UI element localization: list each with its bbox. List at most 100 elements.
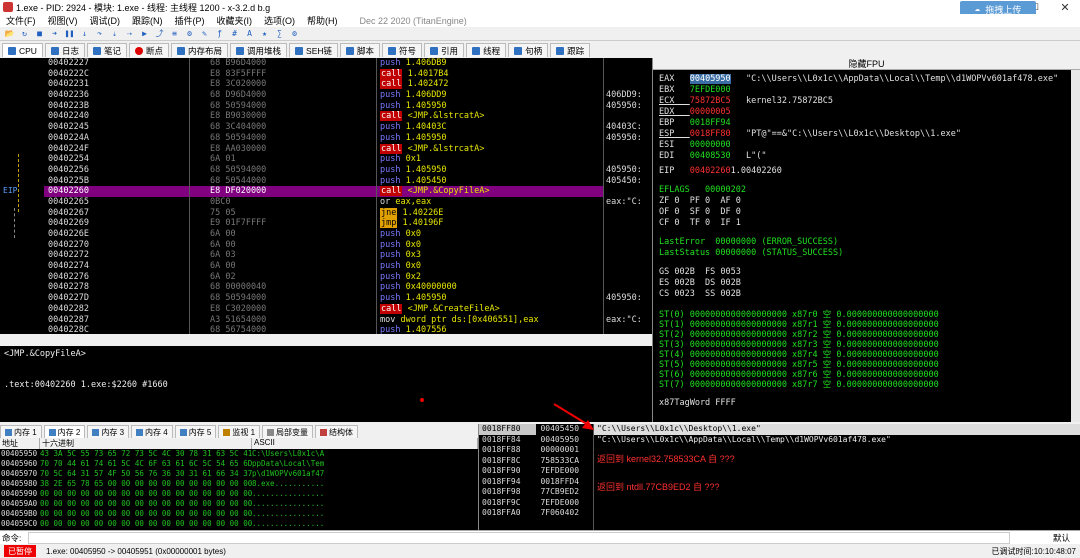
menu-view[interactable]: 视图(V) <box>42 14 84 27</box>
instruction-address[interactable]: 0040224F <box>44 144 189 155</box>
restart-icon[interactable]: ↻ <box>19 29 30 39</box>
instruction-row[interactable]: push 0x0 <box>377 240 603 251</box>
instruction-bytes[interactable]: 68 D96D4000 <box>190 90 376 101</box>
instruction-address[interactable]: 00402245 <box>44 122 189 133</box>
step-over-icon[interactable]: ↷ <box>94 29 105 39</box>
instruction-row[interactable]: call <JMP.&CreateFileA> <box>377 303 603 315</box>
stack-row[interactable]: 0018FF84 00405950 <box>479 435 593 446</box>
instruction-address[interactable]: 0040225B <box>44 176 189 187</box>
stack-row[interactable]: 0018FFA0 7F060402 <box>479 508 593 519</box>
instruction-bytes[interactable]: E8 B9030000 <box>190 111 376 122</box>
trace-over-icon[interactable]: ⇢ <box>124 29 135 39</box>
instruction-bytes[interactable]: E8 DF020000 <box>190 186 376 197</box>
hide-fpu-button[interactable]: 隐藏FPU <box>653 58 1080 70</box>
splitter[interactable] <box>0 334 652 346</box>
instruction-row[interactable]: push 0x0 <box>377 261 603 272</box>
function-icon[interactable]: ƒ <box>214 29 225 39</box>
menu-trace[interactable]: 跟踪(N) <box>126 14 169 27</box>
register-name[interactable]: EBX <box>659 85 690 95</box>
tab-threads[interactable]: 线程 <box>466 43 507 57</box>
instruction-bytes[interactable]: 68 50594000 <box>190 165 376 176</box>
instruction-row[interactable]: jmp 1.40196F <box>377 218 603 229</box>
tab-watch-1[interactable]: 监视 1 <box>218 425 261 438</box>
tab-notes[interactable]: 笔记 <box>86 43 127 57</box>
instruction-bytes[interactable]: 6A 00 <box>190 229 376 240</box>
instruction-bytes[interactable]: 68 00000040 <box>190 282 376 293</box>
instruction-row[interactable]: push 1.405950 <box>377 165 603 176</box>
register-name[interactable]: EDI <box>659 151 690 161</box>
instruction-bytes[interactable]: 6A 00 <box>190 240 376 251</box>
register-name[interactable]: EBP <box>659 118 690 128</box>
tab-dump-2[interactable]: 内存 2 <box>43 425 86 438</box>
instruction-address[interactable]: 00402269 <box>44 218 189 229</box>
instruction-row[interactable]: call <JMP.&lstrcatA> <box>377 111 603 122</box>
instruction-bytes[interactable]: 68 3C404000 <box>190 122 376 133</box>
instruction-bytes[interactable]: E8 AA030000 <box>190 144 376 155</box>
instruction-address[interactable]: 0040226E <box>44 229 189 240</box>
instruction-bytes[interactable]: 0BC0 <box>190 197 376 208</box>
stack-panel[interactable]: 0018FF80 00405450 0018FF84 00405950 0018FF88… <box>478 424 593 530</box>
instruction-address[interactable]: 00402267 <box>44 208 189 219</box>
register-value[interactable]: 00000005 <box>690 107 731 117</box>
hash-icon[interactable]: # <box>229 29 240 39</box>
dump-row[interactable]: 00405990 00 00 00 00 00 00 00 00 00 00 00… <box>0 489 478 499</box>
tab-symbols[interactable]: 符号 <box>382 43 423 57</box>
tab-dump-3[interactable]: 内存 3 <box>87 425 130 438</box>
menu-debug[interactable]: 调试(D) <box>84 14 127 27</box>
stack-row[interactable]: 0018FF88 00000001 <box>479 445 593 456</box>
instruction-row[interactable]: or eax,eax <box>377 197 603 208</box>
instruction-row[interactable]: push 1.405450 <box>377 176 603 187</box>
stack-row[interactable]: 0018FF98 77CB9ED2 <box>479 487 593 498</box>
menu-help[interactable]: 帮助(H) <box>301 14 344 27</box>
register-value[interactable]: 0018FF94 <box>690 118 731 128</box>
tab-handles[interactable]: 句柄 <box>508 43 549 57</box>
registers-panel[interactable]: 隐藏FPU EAX 00405950 "C:\\Users\\L0x1c\\Ap… <box>652 58 1080 422</box>
instruction-bytes[interactable]: 6A 02 <box>190 272 376 283</box>
tab-struct[interactable]: 结构体 <box>315 425 359 438</box>
instruction-address[interactable]: 00402256 <box>44 165 189 176</box>
instruction-row[interactable]: call 1.4017B4 <box>377 68 603 80</box>
bookmark-icon[interactable]: ★ <box>259 29 270 39</box>
instruction-bytes[interactable]: E8 3C020000 <box>190 79 376 90</box>
stack-row[interactable]: 0018FF9C 7EFDE000 <box>479 498 593 509</box>
instruction-bytes[interactable]: 68 50594000 <box>190 101 376 112</box>
dump-col-address[interactable]: 地址 <box>0 438 40 449</box>
instruction-row[interactable]: push 0x40000000 <box>377 282 603 293</box>
step-into-icon[interactable]: ↓ <box>79 29 90 39</box>
instruction-bytes[interactable]: 68 B96D4000 <box>190 58 376 69</box>
tab-cpu[interactable]: CPU <box>2 43 43 57</box>
run-to-user-icon[interactable]: ▶ <box>139 29 150 39</box>
tab-references[interactable]: 引用 <box>424 43 465 57</box>
dump-col-hex[interactable]: 十六进制 <box>40 438 252 449</box>
menu-plugins[interactable]: 插件(P) <box>169 14 211 27</box>
instruction-address[interactable]: 00402227 <box>44 58 189 69</box>
instruction-row[interactable]: push 0x1 <box>377 154 603 165</box>
instruction-row[interactable]: push 1.40403C <box>377 122 603 133</box>
trace-into-icon[interactable]: ⇣ <box>109 29 120 39</box>
instruction-bytes[interactable]: 6A 03 <box>190 250 376 261</box>
instruction-address[interactable]: 00402272 <box>44 250 189 261</box>
calc-icon[interactable]: ∑ <box>274 29 285 39</box>
instruction-row[interactable]: push 0x3 <box>377 250 603 261</box>
instruction-address[interactable]: 00402278 <box>44 282 189 293</box>
dump-row[interactable]: 004059C0 00 00 00 00 00 00 00 00 00 00 00… <box>0 519 478 529</box>
instruction-address[interactable]: 0040222C <box>44 69 189 80</box>
register-value[interactable]: 75872BC5 <box>690 96 731 106</box>
tab-call-stack[interactable]: 调用堆栈 <box>230 43 288 57</box>
instruction-row[interactable]: mov dword ptr ds:[0x406551],eax <box>377 315 603 326</box>
pause-icon[interactable]: ❚❚ <box>64 29 75 39</box>
register-name[interactable]: EDX <box>659 107 690 117</box>
tab-script[interactable]: 脚本 <box>340 43 381 57</box>
instruction-row[interactable]: push 1.406DB9 <box>377 58 603 69</box>
dump-row[interactable]: 00405960 70 70 44 61 74 61 5C 4C 6F 63 61… <box>0 459 478 469</box>
instruction-address[interactable]: 00402236 <box>44 90 189 101</box>
instruction-address[interactable]: 00402260 <box>44 186 189 197</box>
animate-icon[interactable]: ⚙ <box>184 29 195 39</box>
menu-options[interactable]: 选项(O) <box>258 14 301 27</box>
tab-memory-map[interactable]: 内存布局 <box>171 43 229 57</box>
instruction-row[interactable]: push 1.405950 <box>377 101 603 112</box>
register-value[interactable]: 00408530 <box>690 151 731 161</box>
instruction-row[interactable]: push 0x0 <box>377 229 603 240</box>
register-name[interactable]: ESP <box>659 129 690 139</box>
stack-row[interactable]: 0018FF90 7EFDE000 <box>479 466 593 477</box>
